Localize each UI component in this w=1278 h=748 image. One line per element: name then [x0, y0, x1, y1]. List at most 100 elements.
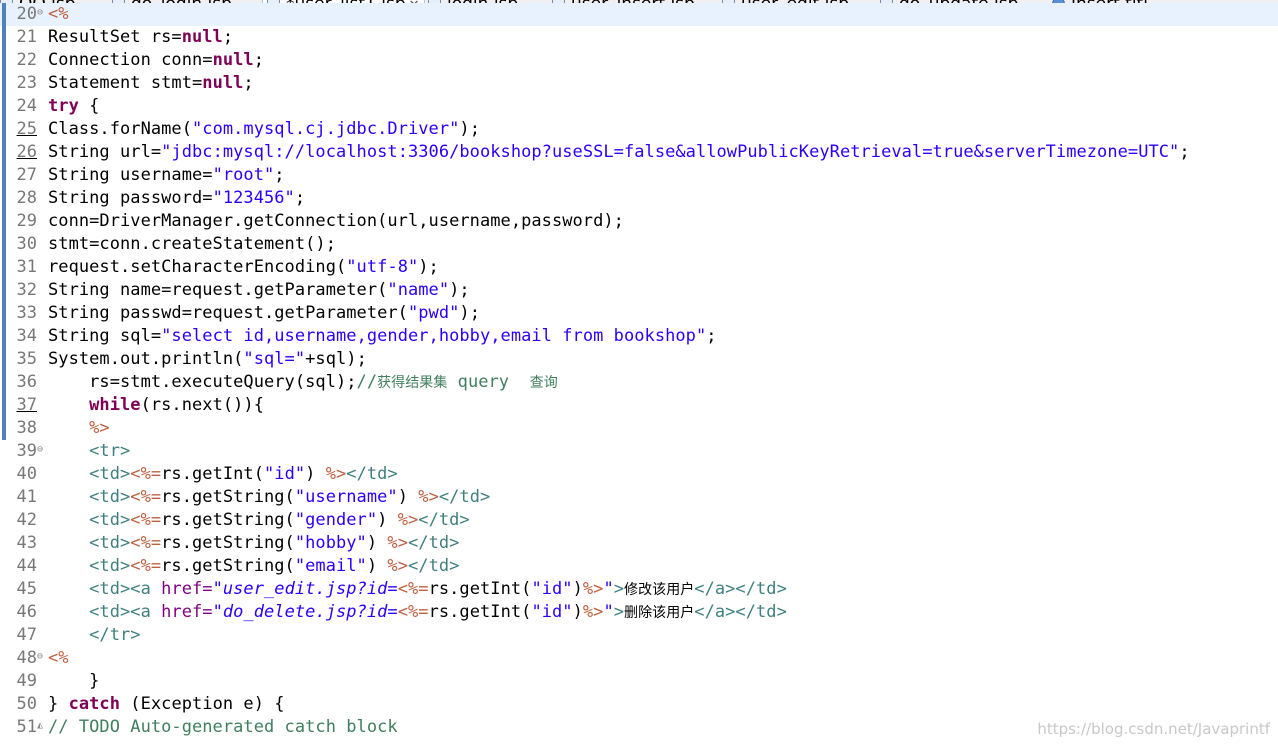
code-token: ; [222, 27, 234, 47]
change-marker [2, 417, 6, 440]
code-line[interactable]: 29 conn=DriverManager.getConnection(url,u… [0, 210, 1278, 233]
code-line[interactable]: 32 String name=request.getParameter("name… [0, 279, 1278, 302]
code-line[interactable]: 26 String url="jdbc:mysql://localhost:330… [0, 141, 1278, 164]
code-token: String sql= [48, 326, 162, 346]
code-token: ; [243, 73, 254, 93]
code-token: catch [68, 694, 121, 714]
code-token: try [48, 96, 79, 116]
code-token: // [356, 372, 378, 392]
change-marker [2, 233, 6, 256]
code-token: <td><a [89, 602, 162, 622]
code-token: System.out.println( [48, 349, 244, 369]
code-line[interactable]: 46 <td><a href="do_delete.jsp?id=<%=rs.g… [0, 601, 1278, 624]
code-token: ) [366, 556, 388, 576]
code-token: <%= [130, 510, 162, 530]
code-token: %> [582, 579, 604, 599]
code-token: "username" [294, 487, 398, 507]
change-marker [2, 348, 6, 371]
change-marker [2, 394, 6, 417]
code-token: "select id,username,gender,hobby,email f… [161, 326, 707, 346]
code-token: String password= [48, 188, 213, 208]
fold-collapse-icon[interactable]: ⊖ [37, 647, 43, 667]
code-token: ) [305, 464, 326, 484]
warning-icon[interactable]: ◭ [37, 716, 43, 736]
code-line[interactable]: 31 request.setCharacterEncoding("utf-8"); [0, 256, 1278, 279]
code-line[interactable]: 43 <td><%=rs.getString("hobby") %></td> [0, 532, 1278, 555]
code-token: "user_edit.jsp?id= [212, 579, 398, 599]
line-number: 26 [16, 142, 37, 162]
code-text: rs=stmt.executeQuery(sql);//获得结果集 query … [48, 371, 558, 395]
line-number: 42 [16, 510, 37, 530]
code-token: </td> [346, 464, 398, 484]
code-line[interactable]: 48 ⊖ <% [0, 647, 1278, 670]
code-token: %> [397, 510, 419, 530]
change-marker [2, 371, 6, 394]
code-token: query [447, 372, 530, 392]
code-line[interactable]: 22 Connection conn=null; [0, 49, 1278, 72]
code-line[interactable]: 33 String passwd=request.getParameter("pw… [0, 302, 1278, 325]
line-number: 50 [16, 694, 37, 714]
change-marker [2, 210, 6, 233]
code-text: <td><%=rs.getString("username") %></td> [48, 486, 490, 509]
code-line[interactable]: 47 </tr> [0, 624, 1278, 647]
code-token: <td> [89, 510, 131, 530]
code-line[interactable]: 20 ⊖ <% [0, 3, 1278, 26]
code-line[interactable]: 28 String password="123456"; [0, 187, 1278, 210]
code-token: { [78, 96, 100, 116]
code-line[interactable]: 42 <td><%=rs.getString("gender") %></td> [0, 509, 1278, 532]
code-line[interactable]: 34 String sql="select id,username,gender,… [0, 325, 1278, 348]
line-number: 49 [16, 671, 37, 691]
code-token: ; [274, 165, 285, 185]
code-token: rs.getString( [161, 556, 295, 576]
code-token: ) [572, 579, 583, 599]
change-marker [2, 26, 6, 49]
line-number: 23 [16, 73, 37, 93]
change-marker [2, 95, 6, 118]
code-token: </td> [408, 533, 460, 553]
code-line[interactable]: 21 ResultSet rs=null; [0, 26, 1278, 49]
code-line[interactable]: 25 Class.forName("com.mysql.cj.jdbc.Drive… [0, 118, 1278, 141]
code-line[interactable]: 41 <td><%=rs.getString("username") %></t… [0, 486, 1278, 509]
code-line[interactable]: 39 ⊖ <tr> [0, 440, 1278, 463]
code-line[interactable]: 36 rs=stmt.executeQuery(sql);//获得结果集 que… [0, 371, 1278, 394]
code-token: <% [48, 648, 69, 668]
watermark: https://blog.csdn.net/Javaprintf [1037, 720, 1270, 738]
code-token: <td> [89, 487, 131, 507]
line-number: 20 [16, 4, 37, 24]
code-line[interactable]: 24 try { [0, 95, 1278, 118]
code-line[interactable]: 50} catch (Exception e) { [0, 693, 1278, 716]
code-line[interactable]: 40 <td><%=rs.getInt("id") %></td> [0, 463, 1278, 486]
code-token: "root" [212, 165, 275, 185]
code-token: ; [253, 50, 264, 70]
code-text: <% [48, 647, 69, 670]
code-token: <td> [89, 533, 131, 553]
fold-collapse-icon[interactable]: ⊖ [37, 440, 43, 460]
code-token: %> [387, 533, 408, 553]
code-line[interactable]: 23 Statement stmt=null; [0, 72, 1278, 95]
code-token: conn=DriverManager.getConnection(url,use… [48, 211, 624, 231]
code-line[interactable]: 38 %> [0, 417, 1278, 440]
fold-collapse-icon[interactable]: ⊖ [37, 3, 43, 23]
code-token: </td> [418, 510, 470, 530]
code-line[interactable]: 45 <td><a href="user_edit.jsp?id=<%=rs.g… [0, 578, 1278, 601]
code-line[interactable]: 49 } [0, 670, 1278, 693]
code-line[interactable]: 30 stmt=conn.createStatement(); [0, 233, 1278, 256]
code-token: "do_delete.jsp?id= [212, 602, 398, 622]
code-line[interactable]: 44 <td><%=rs.getString("email") %></td> [0, 555, 1278, 578]
code-text: String username="root"; [48, 164, 285, 187]
code-line[interactable]: 35 System.out.println("sql="+sql); [0, 348, 1278, 371]
code-line[interactable]: 27 String username="root"; [0, 164, 1278, 187]
code-token: (rs.next()){ [140, 395, 264, 415]
code-token: " [603, 579, 614, 599]
change-marker [2, 49, 6, 72]
code-token: null [202, 73, 244, 93]
code-editor[interactable]: 20 ⊖ <% 21 ResultSet rs=null; 22 Connection co… [0, 3, 1278, 748]
code-token: ); [449, 280, 470, 300]
code-token: </a></td> [694, 602, 787, 622]
line-number: 34 [16, 326, 37, 346]
code-line[interactable]: 37 while(rs.next()){ [0, 394, 1278, 417]
code-text: <td><%=rs.getInt("id") %></td> [48, 463, 398, 486]
